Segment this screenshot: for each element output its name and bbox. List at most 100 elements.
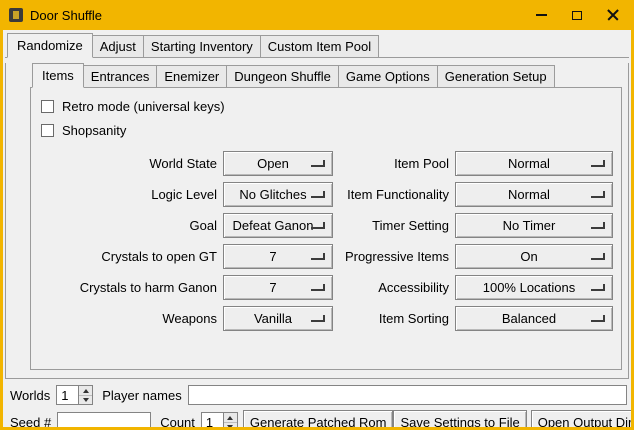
randomize-tab-pane: Items Entrances Enemizer Dungeon Shuffle…	[5, 63, 629, 379]
window-title: Door Shuffle	[30, 8, 523, 23]
open-output-directory-button[interactable]: Open Output Directory	[531, 410, 631, 427]
generate-patched-rom-button[interactable]: Generate Patched Rom	[243, 410, 394, 427]
world-state-value: Open	[257, 156, 299, 171]
dropdown-indicator-icon	[591, 160, 605, 167]
item-pool-value: Normal	[508, 156, 560, 171]
tab-custom-item-pool[interactable]: Custom Item Pool	[260, 35, 379, 57]
dropdown-indicator-icon	[311, 222, 325, 229]
worlds-input[interactable]	[57, 386, 78, 404]
crystals-ganon-value: 7	[269, 280, 286, 295]
seed-input[interactable]	[57, 412, 151, 427]
shopsanity-checkbox[interactable]	[41, 124, 54, 137]
goal-value: Defeat Ganon	[233, 218, 324, 233]
item-sorting-value: Balanced	[502, 311, 566, 326]
dropdown-indicator-icon	[591, 253, 605, 260]
tab-entrances[interactable]: Entrances	[83, 65, 158, 87]
close-icon	[607, 9, 619, 21]
progressive-items-label: Progressive Items	[339, 249, 449, 264]
retro-mode-checkbox[interactable]	[41, 100, 54, 113]
worlds-spinner	[56, 385, 93, 405]
item-pool-label: Item Pool	[339, 156, 449, 171]
dropdown-indicator-icon	[311, 315, 325, 322]
logic-level-label: Logic Level	[39, 187, 217, 202]
item-sorting-label: Item Sorting	[339, 311, 449, 326]
seed-label: Seed #	[10, 415, 51, 428]
accessibility-dropdown[interactable]: 100% Locations	[455, 275, 613, 300]
spin-up-icon	[83, 389, 89, 393]
player-names-input[interactable]	[188, 385, 627, 405]
count-input[interactable]	[202, 413, 223, 427]
dropdown-indicator-icon	[311, 191, 325, 198]
world-state-dropdown[interactable]: Open	[223, 151, 333, 176]
window-controls	[523, 0, 631, 30]
retro-mode-row: Retro mode (universal keys)	[41, 94, 613, 118]
spin-up-button[interactable]	[224, 413, 237, 422]
item-functionality-label: Item Functionality	[339, 187, 449, 202]
minimize-button[interactable]	[523, 0, 559, 30]
logic-level-value: No Glitches	[239, 187, 316, 202]
accessibility-label: Accessibility	[339, 280, 449, 295]
item-functionality-value: Normal	[508, 187, 560, 202]
shopsanity-label: Shopsanity	[62, 123, 126, 138]
inner-tab-bar: Items Entrances Enemizer Dungeon Shuffle…	[30, 63, 622, 88]
spin-up-icon	[227, 416, 233, 420]
worlds-spin-buttons	[78, 386, 92, 404]
maximize-icon	[572, 11, 582, 20]
tab-dungeon-shuffle[interactable]: Dungeon Shuffle	[226, 65, 339, 87]
world-state-label: World State	[39, 156, 217, 171]
items-tab-pane: Retro mode (universal keys) Shopsanity W…	[30, 88, 622, 370]
outer-tab-bar: Randomize Adjust Starting Inventory Cust…	[5, 33, 629, 58]
spin-down-icon	[83, 398, 89, 402]
tab-generation-setup[interactable]: Generation Setup	[437, 65, 555, 87]
count-spinner	[201, 412, 238, 427]
count-spin-buttons	[223, 413, 237, 427]
crystals-gt-value: 7	[269, 249, 286, 264]
maximize-button[interactable]	[559, 0, 595, 30]
item-sorting-dropdown[interactable]: Balanced	[455, 306, 613, 331]
retro-mode-label: Retro mode (universal keys)	[62, 99, 225, 114]
options-grid: World State Open Item Pool Normal Logic …	[39, 148, 613, 334]
tab-items[interactable]: Items	[32, 63, 84, 88]
app-icon	[9, 8, 23, 22]
seed-row: Seed # Count Generate Patched Rom Save S…	[10, 410, 627, 427]
player-names-label: Player names	[102, 388, 181, 403]
logic-level-dropdown[interactable]: No Glitches	[223, 182, 333, 207]
minimize-icon	[536, 14, 547, 16]
tab-starting-inventory[interactable]: Starting Inventory	[143, 35, 261, 57]
item-functionality-dropdown[interactable]: Normal	[455, 182, 613, 207]
goal-dropdown[interactable]: Defeat Ganon	[223, 213, 333, 238]
tab-game-options[interactable]: Game Options	[338, 65, 438, 87]
close-button[interactable]	[595, 0, 631, 30]
tab-randomize[interactable]: Randomize	[7, 33, 93, 58]
spin-up-button[interactable]	[79, 386, 92, 395]
dropdown-indicator-icon	[591, 191, 605, 198]
titlebar: Door Shuffle	[3, 0, 631, 30]
item-pool-dropdown[interactable]: Normal	[455, 151, 613, 176]
accessibility-value: 100% Locations	[483, 280, 586, 295]
count-label: Count	[160, 415, 195, 428]
dropdown-indicator-icon	[311, 284, 325, 291]
spin-down-button[interactable]	[79, 395, 92, 404]
crystals-gt-label: Crystals to open GT	[39, 249, 217, 264]
window: Door Shuffle Randomize Adjust Starting I…	[0, 0, 634, 430]
timer-setting-label: Timer Setting	[339, 218, 449, 233]
tab-enemizer[interactable]: Enemizer	[156, 65, 227, 87]
crystals-ganon-label: Crystals to harm Ganon	[39, 280, 217, 295]
goal-label: Goal	[39, 218, 217, 233]
progressive-items-dropdown[interactable]: On	[455, 244, 613, 269]
weapons-dropdown[interactable]: Vanilla	[223, 306, 333, 331]
crystals-ganon-dropdown[interactable]: 7	[223, 275, 333, 300]
save-settings-button[interactable]: Save Settings to File	[393, 410, 526, 427]
spin-down-icon	[227, 425, 233, 427]
spin-down-button[interactable]	[224, 422, 237, 427]
crystals-gt-dropdown[interactable]: 7	[223, 244, 333, 269]
dropdown-indicator-icon	[591, 284, 605, 291]
window-body: Randomize Adjust Starting Inventory Cust…	[3, 30, 631, 427]
progressive-items-value: On	[520, 249, 547, 264]
timer-setting-dropdown[interactable]: No Timer	[455, 213, 613, 238]
tab-adjust[interactable]: Adjust	[92, 35, 144, 57]
weapons-value: Vanilla	[254, 311, 302, 326]
inner-notebook: Items Entrances Enemizer Dungeon Shuffle…	[30, 63, 622, 370]
dropdown-indicator-icon	[311, 253, 325, 260]
worlds-row: Worlds Player names	[10, 385, 627, 405]
